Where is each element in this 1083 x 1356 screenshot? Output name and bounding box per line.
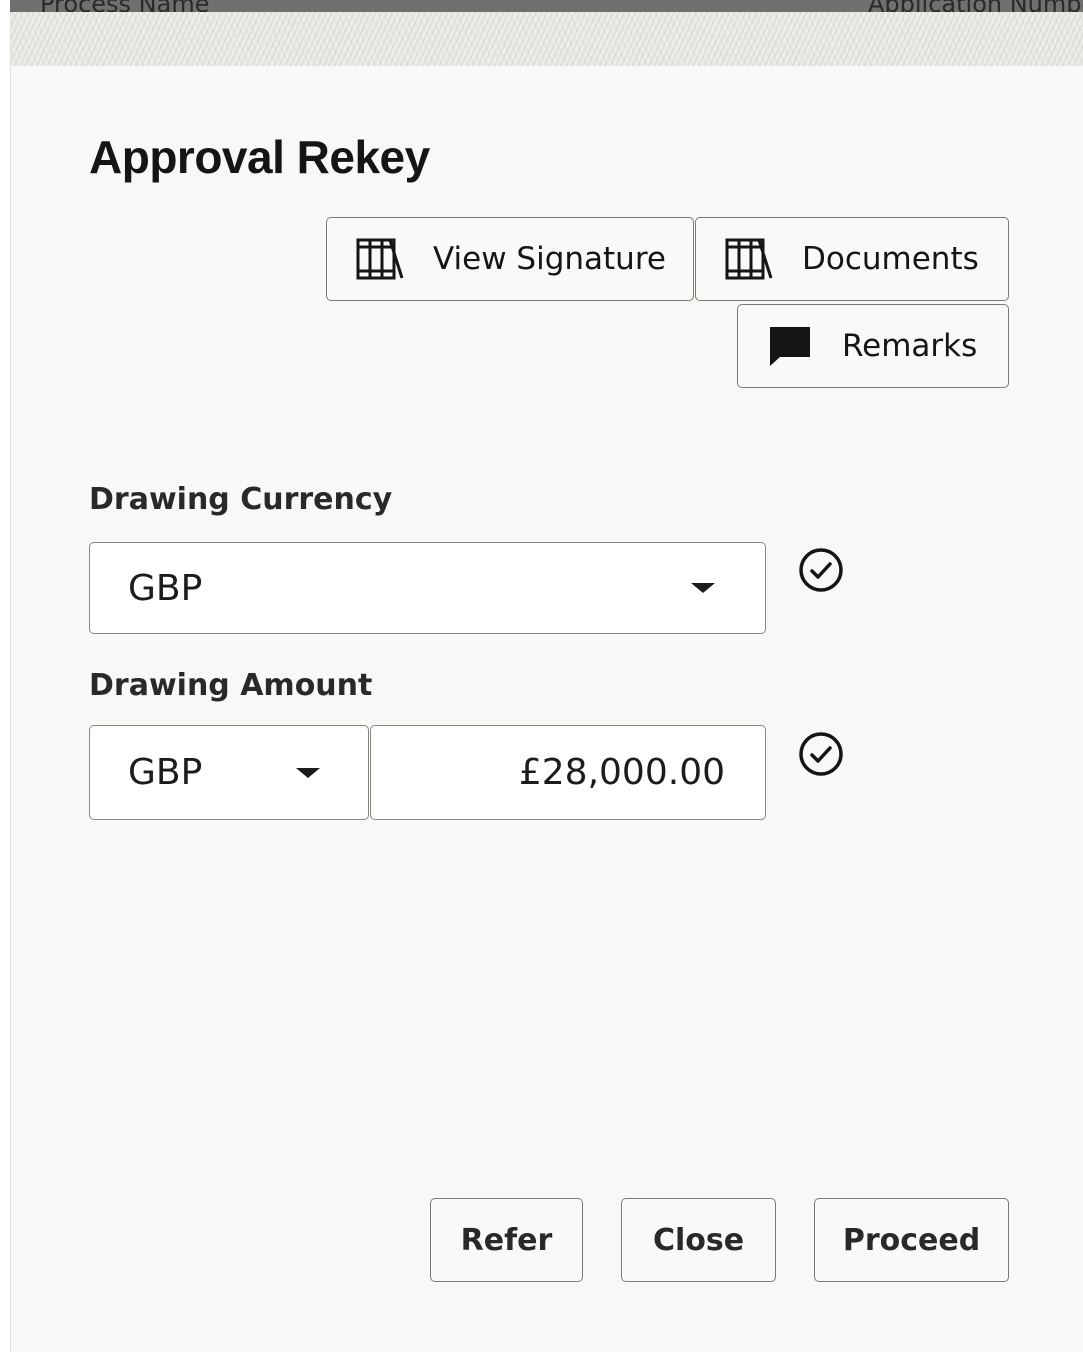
- caret-down-icon[interactable]: [296, 768, 320, 778]
- documents-button[interactable]: Documents: [695, 217, 1009, 301]
- background-column-process-name: Process Name: [40, 0, 209, 12]
- drawing-currency-label: Drawing Currency: [89, 482, 393, 517]
- dialog-title: Approval Rekey: [89, 131, 430, 183]
- background-column-application-number: Application Number: [868, 0, 1083, 12]
- documents-label: Documents: [802, 241, 979, 277]
- comment-icon: [768, 325, 812, 367]
- dialog-header-texture: [11, 12, 1083, 66]
- library-books-icon: [724, 237, 774, 281]
- drawing-amount-value: £28,000.00: [518, 752, 725, 793]
- proceed-button[interactable]: Proceed: [814, 1198, 1009, 1282]
- view-signature-label: View Signature: [433, 241, 666, 277]
- remarks-label: Remarks: [842, 328, 978, 364]
- drawing-currency-select[interactable]: GBP: [89, 542, 766, 634]
- drawing-amount-input[interactable]: £28,000.00: [370, 725, 766, 820]
- drawing-amount-label: Drawing Amount: [89, 668, 373, 703]
- view-signature-button[interactable]: View Signature: [326, 217, 694, 301]
- caret-down-icon[interactable]: [691, 583, 715, 593]
- check-circle-icon: [799, 732, 843, 776]
- refer-button[interactable]: Refer: [430, 1198, 583, 1282]
- drawing-currency-value: GBP: [128, 567, 203, 609]
- drawing-amount-currency-value: GBP: [128, 752, 203, 793]
- approval-rekey-dialog: Approval Rekey View Signature Documents …: [10, 12, 1083, 1352]
- check-circle-icon: [799, 548, 843, 592]
- library-books-icon: [355, 237, 405, 281]
- background-table-header: Process Name Application Number: [10, 0, 1083, 12]
- remarks-button[interactable]: Remarks: [737, 304, 1009, 388]
- close-button[interactable]: Close: [621, 1198, 776, 1282]
- drawing-amount-currency-select[interactable]: GBP: [89, 725, 369, 820]
